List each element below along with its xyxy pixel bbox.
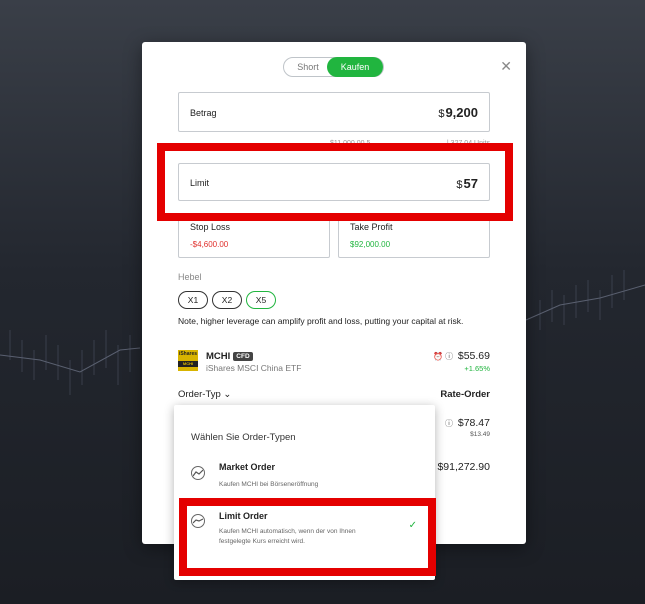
order-type-label: Order-Typ	[178, 389, 221, 400]
asset-change: +1.65%	[464, 364, 490, 373]
amount-label: Betrag	[190, 108, 217, 118]
leverage-x1[interactable]: X1	[178, 291, 208, 309]
asset-symbol-text: MCHI	[206, 351, 231, 362]
asset-price: $55.69	[457, 350, 490, 362]
asset-logo: iShares MCHI	[178, 350, 198, 371]
leverage-x5[interactable]: X5	[246, 291, 276, 309]
alarm-info-icons[interactable]: ⏰ ⓘ	[433, 351, 453, 362]
highlight-limit-field	[157, 143, 513, 221]
buy-sell-toggle[interactable]: Short Kaufen	[283, 57, 384, 77]
amount-field[interactable]: Betrag $9,200	[178, 92, 490, 132]
info-icon[interactable]: ⓘ	[445, 418, 453, 429]
take-profit-label: Take Profit	[350, 222, 393, 232]
highlight-limit-order	[179, 498, 436, 576]
leverage-x2[interactable]: X2	[212, 291, 242, 309]
asset-logo-sub: MCHI	[178, 361, 198, 367]
leverage-label: Hebel	[178, 272, 202, 282]
chevron-down-icon: ⌄	[223, 389, 232, 400]
order-type-value: Rate-Order	[440, 389, 490, 400]
take-profit-field[interactable]: Take Profit $92,000.00	[338, 215, 490, 258]
order-type-menu-title: Wählen Sie Order-Typen	[191, 432, 296, 443]
stop-loss-value: -$4,600.00	[190, 240, 229, 249]
asset-logo-text: iShares	[178, 351, 198, 357]
amount-value: $9,200	[438, 105, 478, 120]
leverage-note: Note, higher leverage can amplify profit…	[178, 316, 464, 326]
buy-option[interactable]: Kaufen	[327, 57, 383, 77]
short-option[interactable]: Short	[288, 58, 328, 76]
amount-currency: $	[438, 108, 445, 120]
market-order-title: Market Order	[219, 462, 276, 472]
take-profit-value: $92,000.00	[350, 240, 391, 249]
asset-name: iShares MSCI China ETF	[206, 363, 302, 373]
order-price-sub: $13.49	[470, 431, 490, 438]
order-total: $91,272.90	[437, 461, 490, 473]
amount-number: 9,200	[445, 105, 478, 120]
stop-loss-label: Stop Loss	[190, 222, 231, 232]
close-icon[interactable]: ✕	[500, 58, 512, 75]
market-order-option[interactable]: Market Order Kaufen MCHI bei Börseneröff…	[174, 460, 435, 496]
market-order-desc: Kaufen MCHI bei Börseneröffnung	[219, 481, 319, 488]
asset-symbol: MCHI CFD	[206, 351, 253, 362]
order-type-dropdown[interactable]: Order-Typ ⌄	[178, 389, 231, 400]
stop-loss-field[interactable]: Stop Loss -$4,600.00	[178, 215, 330, 258]
market-order-icon	[191, 466, 205, 480]
order-price: $78.47	[457, 417, 490, 429]
cfd-badge: CFD	[233, 352, 253, 361]
